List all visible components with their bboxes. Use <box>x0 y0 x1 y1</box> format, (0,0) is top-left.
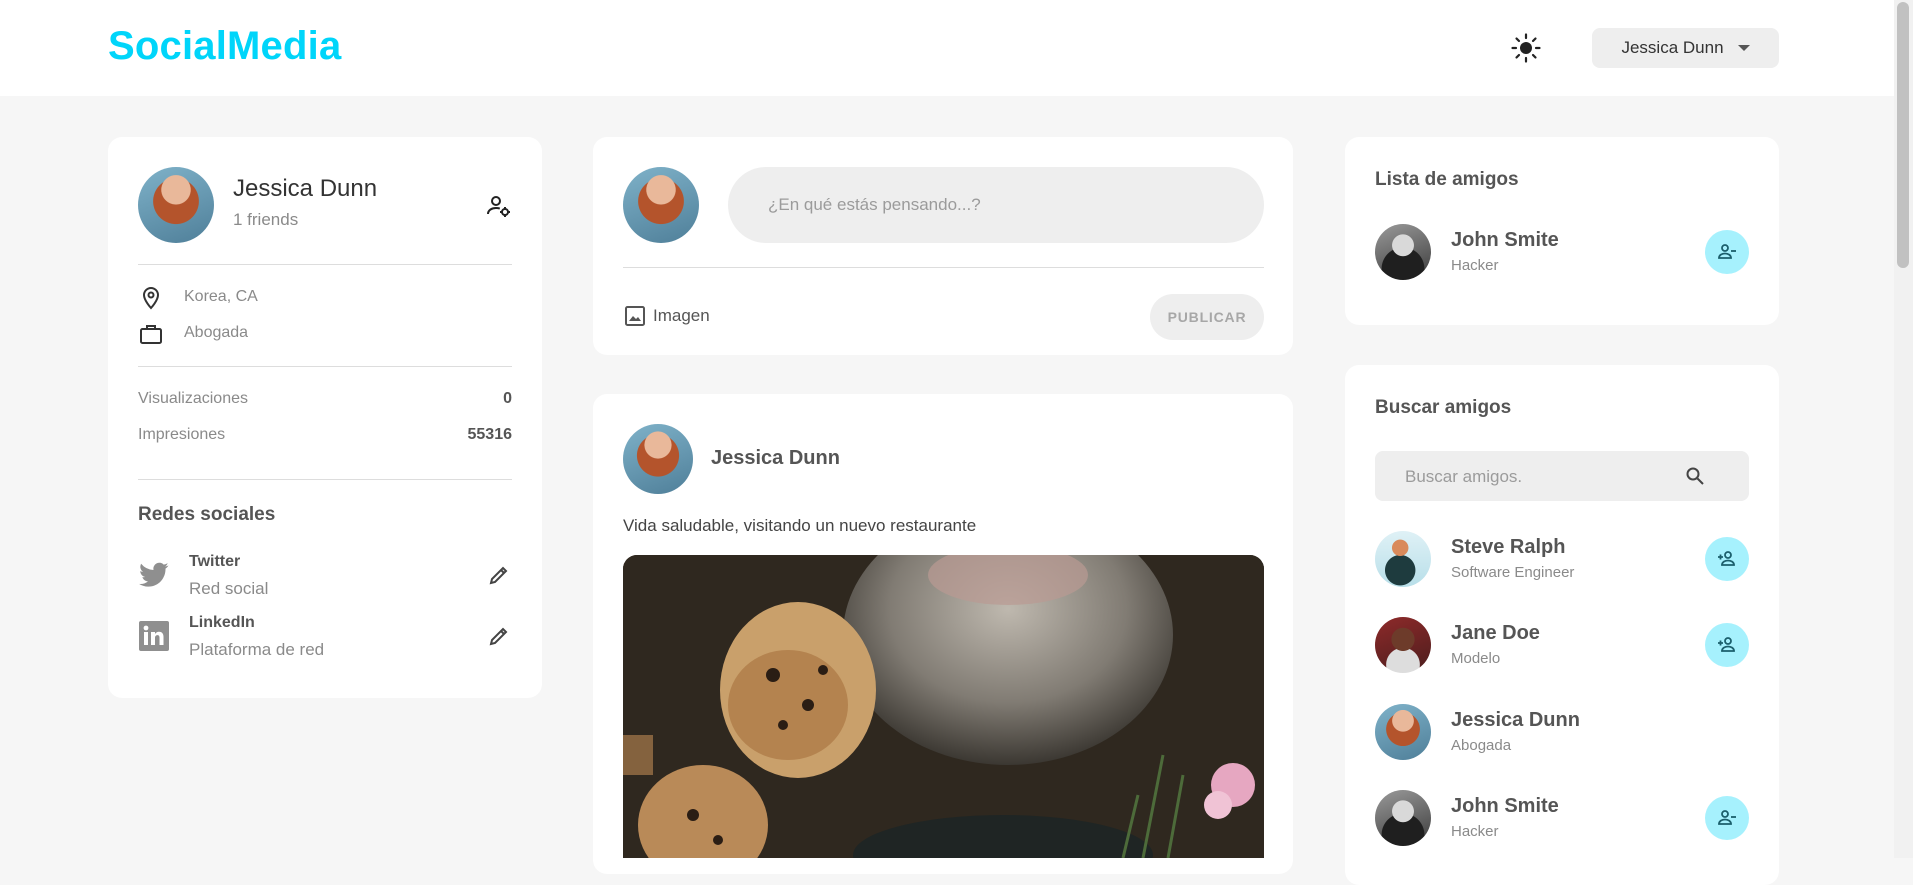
manage-account-button[interactable] <box>485 192 513 220</box>
twitter-icon <box>138 560 170 590</box>
post-text: Vida saludable, visitando un nuevo resta… <box>623 516 977 535</box>
friend-name[interactable]: John Smite <box>1451 795 1559 818</box>
remove-friend-icon <box>1718 810 1736 825</box>
briefcase-icon <box>138 321 164 347</box>
post-input[interactable] <box>728 167 1264 243</box>
scrollbar-thumb[interactable] <box>1897 2 1909 268</box>
location-icon <box>138 285 164 311</box>
stat-value-views: 0 <box>503 390 512 407</box>
search-input[interactable] <box>1375 451 1707 503</box>
avatar[interactable] <box>1375 617 1431 673</box>
friend-name[interactable]: John Smite <box>1451 229 1559 252</box>
avatar[interactable] <box>623 424 693 494</box>
profile-friends-count: 1 friends <box>233 210 299 229</box>
friend-role: Hacker <box>1451 823 1499 840</box>
social-linkedin-name: LinkedIn <box>189 614 255 631</box>
avatar[interactable] <box>1375 531 1431 587</box>
divider <box>138 479 512 480</box>
brand-logo[interactable]: SocialMedia <box>108 24 341 69</box>
remove-friend-button[interactable] <box>1705 796 1749 840</box>
stat-value-impressions: 55316 <box>467 426 513 443</box>
social-linkedin-type: Plataforma de red <box>189 640 325 659</box>
theme-toggle-button[interactable] <box>1508 30 1544 66</box>
post-photo <box>623 555 1264 858</box>
stat-label-impressions: Impresiones <box>138 426 226 443</box>
friend-role: Modelo <box>1451 650 1501 667</box>
search-button[interactable] <box>1683 464 1707 488</box>
stat-label-views: Visualizaciones <box>138 390 248 407</box>
social-twitter-name: Twitter <box>189 553 241 570</box>
friend-name[interactable]: Jessica Dunn <box>1451 709 1580 732</box>
linkedin-icon <box>138 620 170 652</box>
friend-role: Hacker <box>1451 257 1499 274</box>
pencil-icon <box>489 627 508 646</box>
add-friend-icon <box>1718 637 1735 652</box>
user-settings-icon <box>487 196 510 217</box>
sun-icon <box>1511 33 1541 63</box>
divider <box>138 264 512 265</box>
add-friend-icon <box>1718 551 1735 566</box>
divider <box>138 366 512 367</box>
navbar: SocialMedia Jessica Dunn <box>0 0 1894 96</box>
social-section-title: Redes sociales <box>138 504 276 525</box>
image-upload-label[interactable]: Imagen <box>653 306 710 326</box>
avatar[interactable] <box>1375 704 1431 760</box>
search-icon <box>1686 467 1704 485</box>
edit-twitter-button[interactable] <box>486 562 512 588</box>
add-friend-button[interactable] <box>1705 537 1749 581</box>
image-upload-icon[interactable] <box>623 304 647 328</box>
publish-button[interactable]: PUBLICAR <box>1150 294 1264 340</box>
social-twitter-type: Red social <box>189 579 269 598</box>
post-image[interactable] <box>623 555 1264 858</box>
avatar[interactable] <box>1375 224 1431 280</box>
friend-list-title: Lista de amigos <box>1375 169 1519 190</box>
divider <box>623 267 1264 268</box>
friend-name[interactable]: Steve Ralph <box>1451 536 1565 559</box>
add-friend-button[interactable] <box>1705 623 1749 667</box>
avatar[interactable] <box>138 167 214 243</box>
edit-linkedin-button[interactable] <box>486 623 512 649</box>
avatar[interactable] <box>623 167 699 243</box>
user-menu-name: Jessica Dunn <box>1621 38 1724 57</box>
find-friends-title: Buscar amigos <box>1375 397 1512 418</box>
pencil-icon <box>489 566 508 585</box>
avatar[interactable] <box>1375 790 1431 846</box>
remove-friend-icon <box>1718 244 1736 259</box>
profile-name[interactable]: Jessica Dunn <box>233 175 377 203</box>
chevron-down-icon <box>1737 45 1750 51</box>
post-author[interactable]: Jessica Dunn <box>711 447 840 470</box>
user-menu-select[interactable]: Jessica Dunn <box>1592 28 1779 68</box>
friend-name[interactable]: Jane Doe <box>1451 622 1540 645</box>
friend-role: Abogada <box>1451 737 1512 754</box>
profile-location: Korea, CA <box>184 288 258 305</box>
search-box <box>1375 451 1749 503</box>
remove-friend-button[interactable] <box>1705 230 1749 274</box>
friend-role: Software Engineer <box>1451 564 1575 581</box>
profile-occupation: Abogada <box>184 324 249 341</box>
